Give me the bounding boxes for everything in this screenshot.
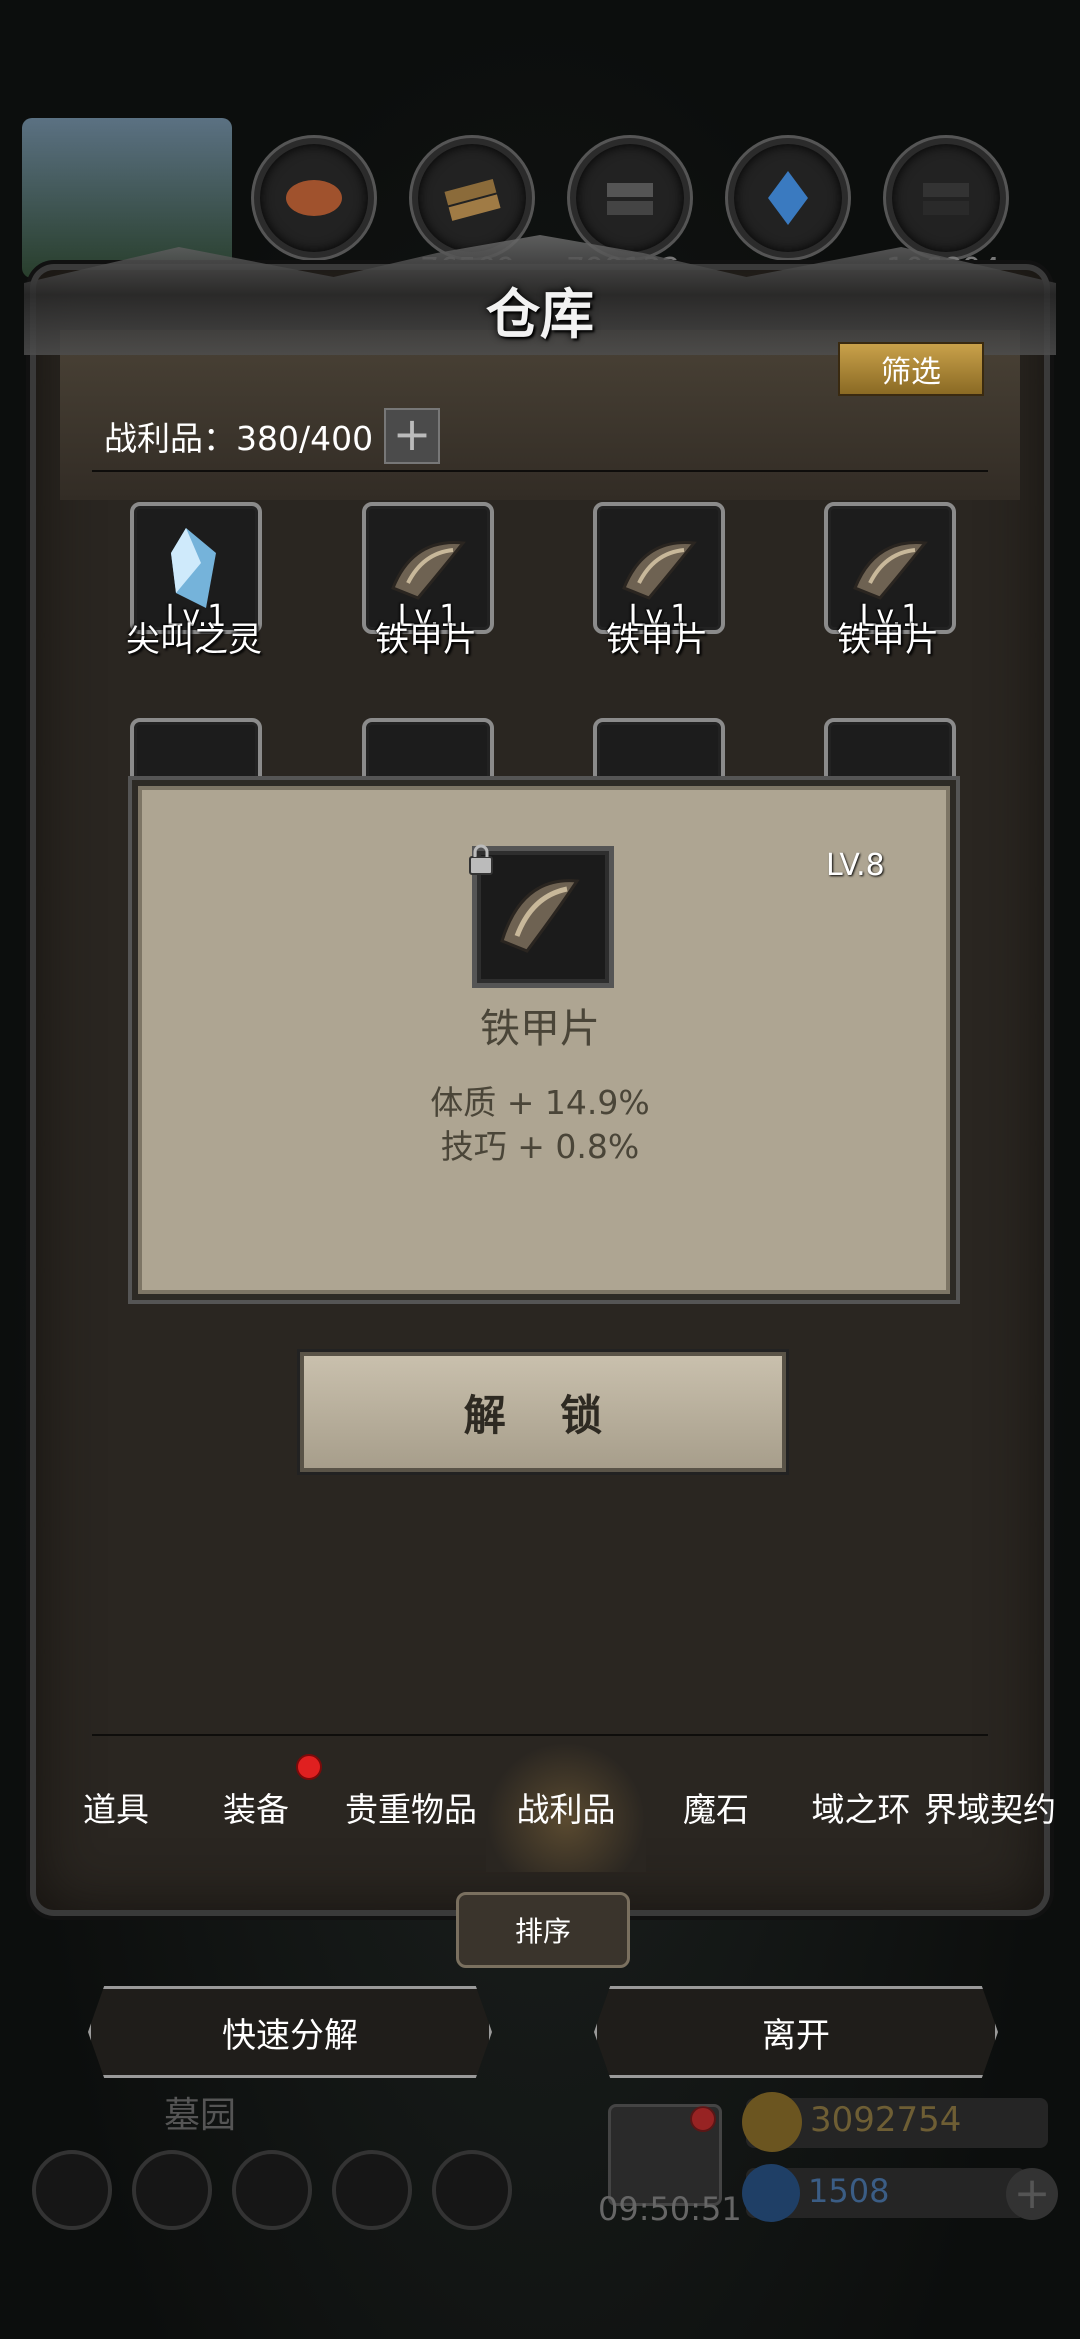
item-name: 铁甲片 [375,620,477,660]
gold-amount: 3092754 [810,2100,962,2140]
notification-badge [296,1754,322,1780]
gem-amount: 1508 [808,2172,890,2210]
item-name: 尖叫之灵 [126,620,262,660]
location-label: 墓园 [164,2095,237,2136]
divider [92,470,988,472]
fish-icon [254,138,374,258]
gold-coin-icon [742,2092,802,2152]
sort-button[interactable]: 排序 [456,1892,630,1968]
popup-stat: 技巧 + 0.8% [440,1127,640,1166]
expand-capacity-button[interactable]: + [384,408,440,464]
timer-label: 09:50:51 [598,2190,742,2228]
panel-title: 仓库 [486,282,594,346]
mail-icon[interactable] [332,2150,412,2230]
lock-icon [469,844,493,875]
item-name: 铁甲片 [837,620,939,660]
tab-loot[interactable]: 战利品 [486,1742,646,1872]
loot-count-label: 战利品：380/400 [104,419,374,458]
divider [92,1734,988,1736]
filter-button[interactable]: 筛选 [838,342,984,396]
add-gems-icon[interactable]: + [1006,2168,1058,2220]
steel-icon [886,138,1006,258]
iron-icon [570,138,690,258]
handshake-icon[interactable] [432,2150,512,2230]
leave-button[interactable]: 离开 [594,1986,998,2078]
popup-stat: 体质 + 14.9% [430,1083,650,1122]
popup-level: LV.8 [826,848,885,883]
tab-realm-contracts[interactable]: 界域契约 [900,1742,1080,1872]
unlock-button[interactable]: 解 锁 [300,1352,786,1472]
popup-item-name: 铁甲片 [480,1006,600,1052]
gem-icon [742,2164,800,2222]
iron-plate-icon [622,541,697,600]
building-icon[interactable] [232,2150,312,2230]
iron-plate-icon [853,541,928,600]
tab-magic-stones[interactable]: 魔石 [656,1742,776,1872]
settings-icon[interactable] [32,2150,112,2230]
star-icon[interactable] [132,2150,212,2230]
iron-plate-icon [391,541,466,600]
quick-decompose-button[interactable]: 快速分解 [88,1986,492,2078]
crystal-icon [728,138,848,258]
tab-valuables[interactable]: 贵重物品 [326,1742,496,1872]
tab-props[interactable]: 道具 [56,1742,176,1872]
notification-badge [690,2106,716,2132]
category-tabs: 道具 装备 贵重物品 战利品 魔石 域之环 界域契约 [56,1742,1056,1872]
item-name: 铁甲片 [606,620,708,660]
